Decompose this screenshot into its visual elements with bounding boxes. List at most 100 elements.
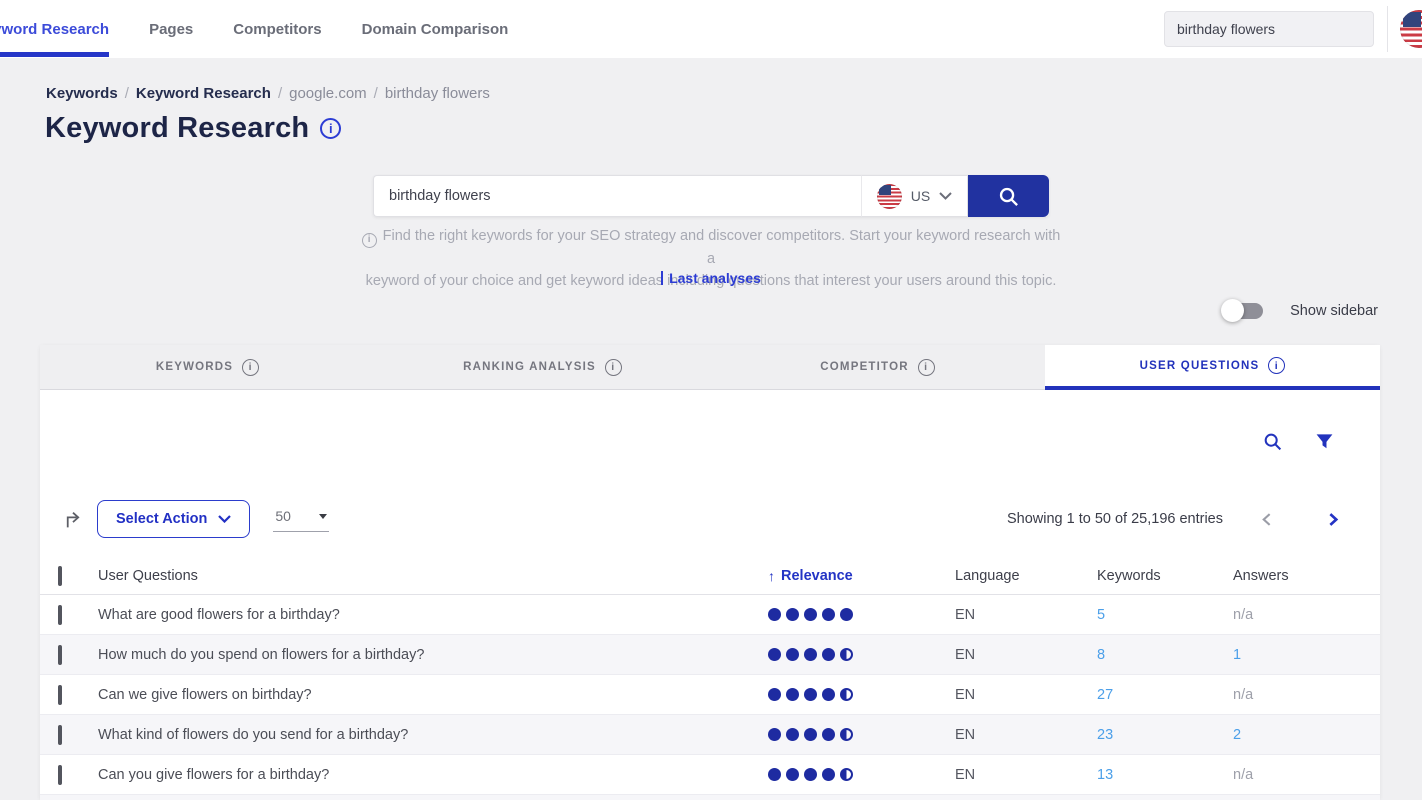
chevron-down-icon <box>939 192 952 200</box>
nav-item-domain-comparison[interactable]: Domain Comparison <box>362 0 509 58</box>
question-text: Can we give flowers on birthday? <box>98 687 768 703</box>
keyword-search-bar: US <box>373 175 1049 217</box>
keyword-input[interactable] <box>373 175 861 217</box>
row-checkbox[interactable] <box>58 765 62 785</box>
keywords-count-link[interactable]: 8 <box>1097 647 1105 663</box>
table-row: Can you give flowers for a birthday? EN … <box>40 755 1380 795</box>
tab-ranking-analysis[interactable]: RANKING ANALYSIS <box>375 345 710 390</box>
row-checkbox[interactable] <box>58 645 62 665</box>
breadcrumb-keyword-research[interactable]: Keyword Research <box>136 85 271 102</box>
answers-cell: n/a <box>1233 687 1253 703</box>
answers-count-link[interactable]: 2 <box>1233 727 1241 743</box>
hint-line-1: Find the right keywords for your SEO str… <box>383 228 1061 267</box>
relevance-dots <box>768 728 955 741</box>
chevron-left-icon <box>1260 512 1275 527</box>
next-page-button[interactable] <box>1325 512 1340 527</box>
tab-competitor[interactable]: COMPETITOR <box>710 345 1045 390</box>
relevance-dot <box>768 648 781 661</box>
nav-item-keyword-research[interactable]: Keyword Research <box>0 0 109 58</box>
top-nav-items: Keyword Research Pages Competitors Domai… <box>0 0 548 58</box>
table-header: User Questions ↑Relevance Language Keywo… <box>40 557 1380 595</box>
relevance-dot <box>804 648 817 661</box>
answers-count-link[interactable]: 1 <box>1233 647 1241 663</box>
relevance-dot <box>804 768 817 781</box>
relevance-dot <box>786 688 799 701</box>
row-checkbox[interactable] <box>58 685 62 705</box>
tab-bar: KEYWORDS RANKING ANALYSIS COMPETITOR USE… <box>40 345 1380 390</box>
last-analyses-label: Last analyses <box>669 270 761 286</box>
language-cell: EN <box>955 687 1097 703</box>
bar-icon <box>661 271 663 285</box>
chevron-down-icon <box>218 515 231 523</box>
relevance-dots <box>768 648 955 661</box>
nav-item-competitors[interactable]: Competitors <box>233 0 321 58</box>
search-icon <box>1262 431 1283 452</box>
relevance-dot <box>768 608 781 621</box>
column-header-keywords[interactable]: Keywords <box>1097 568 1233 584</box>
relevance-dot <box>786 608 799 621</box>
show-sidebar-toggle[interactable] <box>1223 303 1263 319</box>
tab-keywords[interactable]: KEYWORDS <box>40 345 375 390</box>
country-selector[interactable]: US <box>861 175 968 217</box>
keywords-count-link[interactable]: 27 <box>1097 687 1113 703</box>
breadcrumb-keywords[interactable]: Keywords <box>46 85 118 102</box>
column-header-relevance[interactable]: ↑Relevance <box>768 568 955 584</box>
row-checkbox[interactable] <box>58 725 62 745</box>
last-analyses-link[interactable]: Last analyses <box>361 270 1061 286</box>
relevance-dot <box>840 608 853 621</box>
divider <box>1387 6 1388 52</box>
tab-label: COMPETITOR <box>820 361 908 373</box>
info-icon[interactable] <box>1268 357 1285 374</box>
top-nav-right <box>1164 0 1422 58</box>
search-button[interactable] <box>968 175 1049 217</box>
column-header-user-questions[interactable]: User Questions <box>98 568 768 584</box>
tab-user-questions[interactable]: USER QUESTIONS <box>1045 345 1380 390</box>
top-search-input[interactable] <box>1164 11 1374 47</box>
country-code: US <box>911 188 930 204</box>
page-size-select[interactable]: 50 <box>273 506 329 532</box>
column-header-language[interactable]: Language <box>955 568 1097 584</box>
breadcrumb-separator: / <box>278 85 282 102</box>
filter-funnel-icon <box>1315 432 1334 451</box>
us-flag-icon <box>1400 10 1422 48</box>
select-action-button[interactable]: Select Action <box>97 500 250 538</box>
row-checkbox[interactable] <box>58 605 62 625</box>
table-search-button[interactable] <box>1262 431 1283 452</box>
keywords-count-link[interactable]: 23 <box>1097 727 1113 743</box>
nav-item-pages[interactable]: Pages <box>149 0 193 58</box>
page-title: Keyword Research <box>45 112 309 145</box>
keywords-count-link[interactable]: 5 <box>1097 607 1105 623</box>
relevance-dot <box>804 728 817 741</box>
user-questions-table: User Questions ↑Relevance Language Keywo… <box>40 557 1380 800</box>
info-icon[interactable] <box>320 118 341 139</box>
relevance-dot <box>804 608 817 621</box>
breadcrumb-domain[interactable]: google.com <box>289 85 367 102</box>
column-header-answers[interactable]: Answers <box>1233 568 1380 584</box>
top-country-selector[interactable] <box>1400 0 1422 58</box>
info-icon <box>362 233 377 248</box>
relevance-dot <box>786 728 799 741</box>
export-button[interactable] <box>63 509 84 530</box>
show-sidebar-label: Show sidebar <box>1290 303 1378 319</box>
info-icon[interactable] <box>918 359 935 376</box>
arrow-up-icon: ↑ <box>768 568 775 584</box>
sidebar-toggle-row: Show sidebar <box>1223 303 1378 319</box>
chevron-right-icon <box>1325 512 1340 527</box>
table-row: What are good flowers for a birthday? EN… <box>40 595 1380 635</box>
language-cell: EN <box>955 727 1097 743</box>
table-filter-button[interactable] <box>1315 432 1334 451</box>
table-tools <box>1262 431 1334 452</box>
language-cell: EN <box>955 607 1097 623</box>
title-row: Keyword Research <box>45 112 341 145</box>
question-text: How much do you spend on flowers for a b… <box>98 647 768 663</box>
info-icon[interactable] <box>605 359 622 376</box>
breadcrumb-separator: / <box>374 85 378 102</box>
relevance-dot <box>786 648 799 661</box>
toolbar-right: Showing 1 to 50 of 25,196 entries <box>1007 511 1340 527</box>
keywords-count-link[interactable]: 13 <box>1097 767 1113 783</box>
select-all-checkbox[interactable] <box>58 566 62 586</box>
prev-page-button[interactable] <box>1260 512 1275 527</box>
tab-label: RANKING ANALYSIS <box>463 361 596 373</box>
relevance-dots <box>768 608 955 621</box>
info-icon[interactable] <box>242 359 259 376</box>
